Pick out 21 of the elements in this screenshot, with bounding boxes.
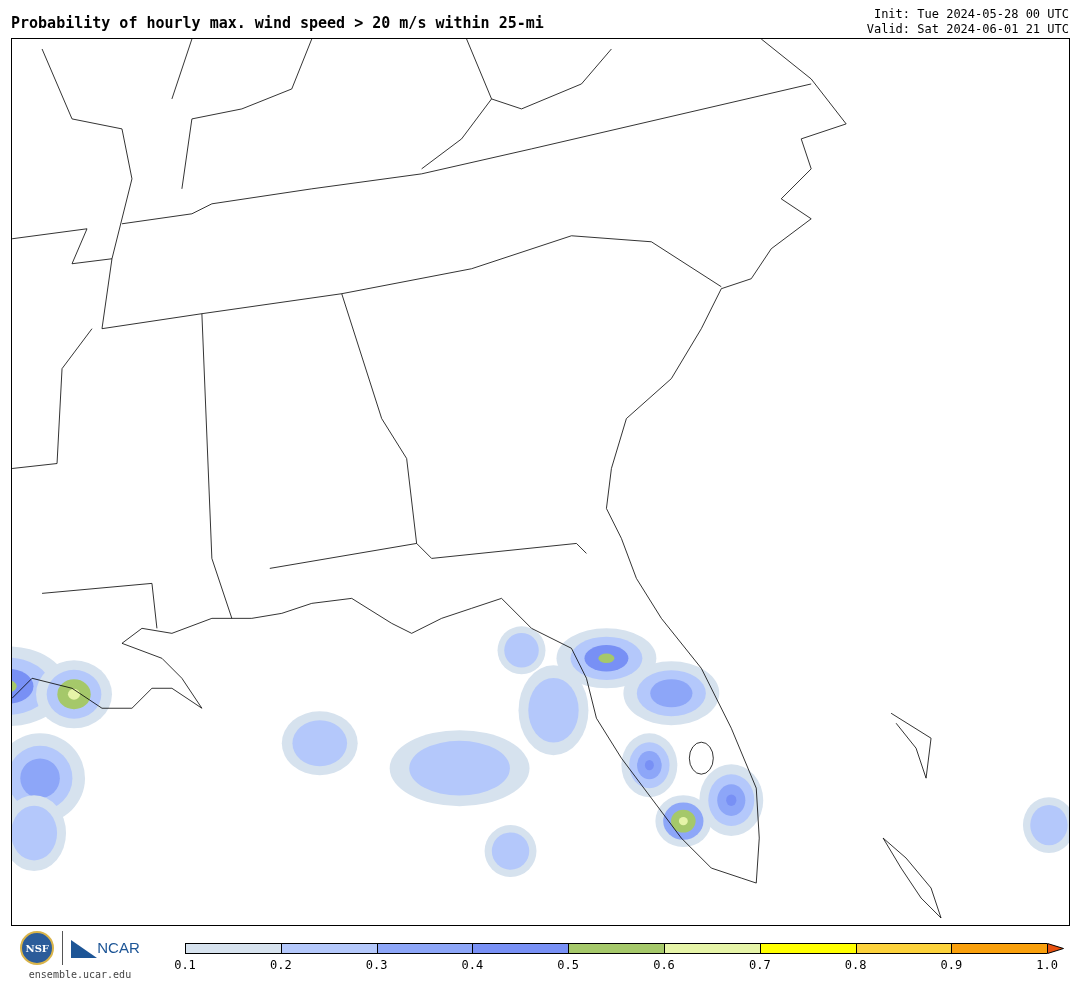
- ncar-logo: NCAR: [97, 937, 140, 958]
- init-time: Init: Tue 2024-05-28 00 UTC: [873, 7, 1069, 22]
- triangle-logo-icon: [71, 938, 98, 958]
- tick-label: 0.3: [365, 959, 388, 971]
- tick-label: 0.2: [269, 959, 292, 971]
- tick-label: 0.9: [940, 959, 963, 971]
- valid-time: Valid: Sat 2024-06-01 21 UTC: [866, 22, 1069, 37]
- probability-area: [484, 825, 537, 878]
- probability-area: [621, 733, 678, 798]
- chart-title: Probability of hourly max. wind speed > 20 m/s within 25-mi: [11, 13, 544, 34]
- tick-label: 0.6: [653, 959, 675, 971]
- tick-label: 0.4: [461, 959, 484, 971]
- tick-label: 0.1: [174, 959, 196, 971]
- tick-label: 0.7: [748, 959, 771, 971]
- website-url: ensemble.ucar.edu: [28, 968, 132, 982]
- probability-area: [655, 795, 712, 848]
- probability-area: [1022, 797, 1069, 854]
- tick-label: 0.8: [844, 959, 867, 971]
- nsf-logo: NSF: [20, 931, 55, 965]
- tick-label: 0.5: [557, 959, 580, 971]
- tick-label: 1.0: [1036, 959, 1059, 971]
